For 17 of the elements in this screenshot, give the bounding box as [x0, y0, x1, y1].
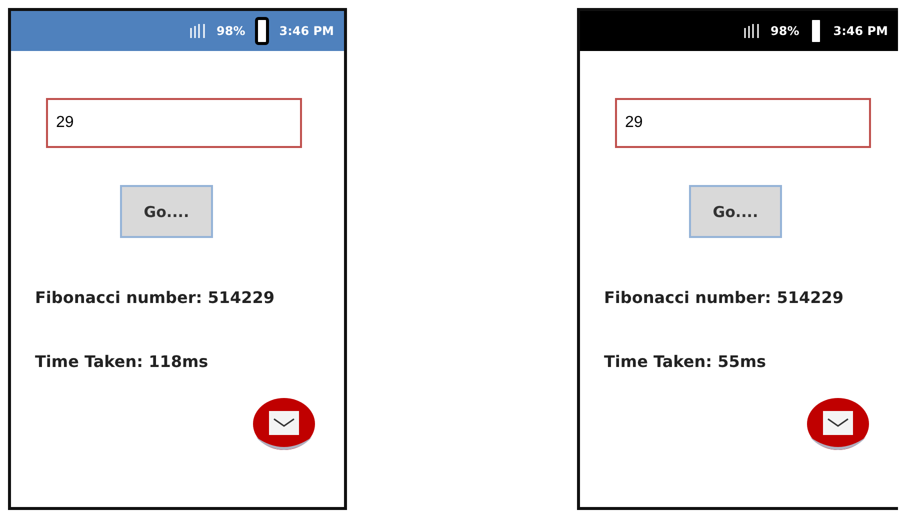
battery-percent: 98% — [770, 24, 800, 38]
clock-time: 3:46 PM — [833, 24, 888, 38]
time-taken: Time Taken: 55ms — [604, 352, 766, 371]
battery-icon — [255, 17, 270, 45]
fibonacci-result: Fibonacci number: 514229 — [35, 288, 274, 307]
time-taken: Time Taken: 118ms — [35, 352, 208, 371]
battery-percent: 98% — [216, 24, 246, 38]
signal-icon — [188, 23, 206, 39]
number-input-field[interactable]: 29 — [615, 98, 871, 148]
go-button[interactable]: Go.... — [689, 185, 782, 238]
go-button[interactable]: Go.... — [120, 185, 213, 238]
mail-icon[interactable] — [252, 397, 316, 451]
signal-icon — [742, 23, 760, 39]
clock-time: 3:46 PM — [279, 24, 334, 38]
mail-icon[interactable] — [806, 397, 870, 451]
fibonacci-result: Fibonacci number: 514229 — [604, 288, 844, 307]
number-input-field[interactable]: 29 — [46, 98, 302, 148]
